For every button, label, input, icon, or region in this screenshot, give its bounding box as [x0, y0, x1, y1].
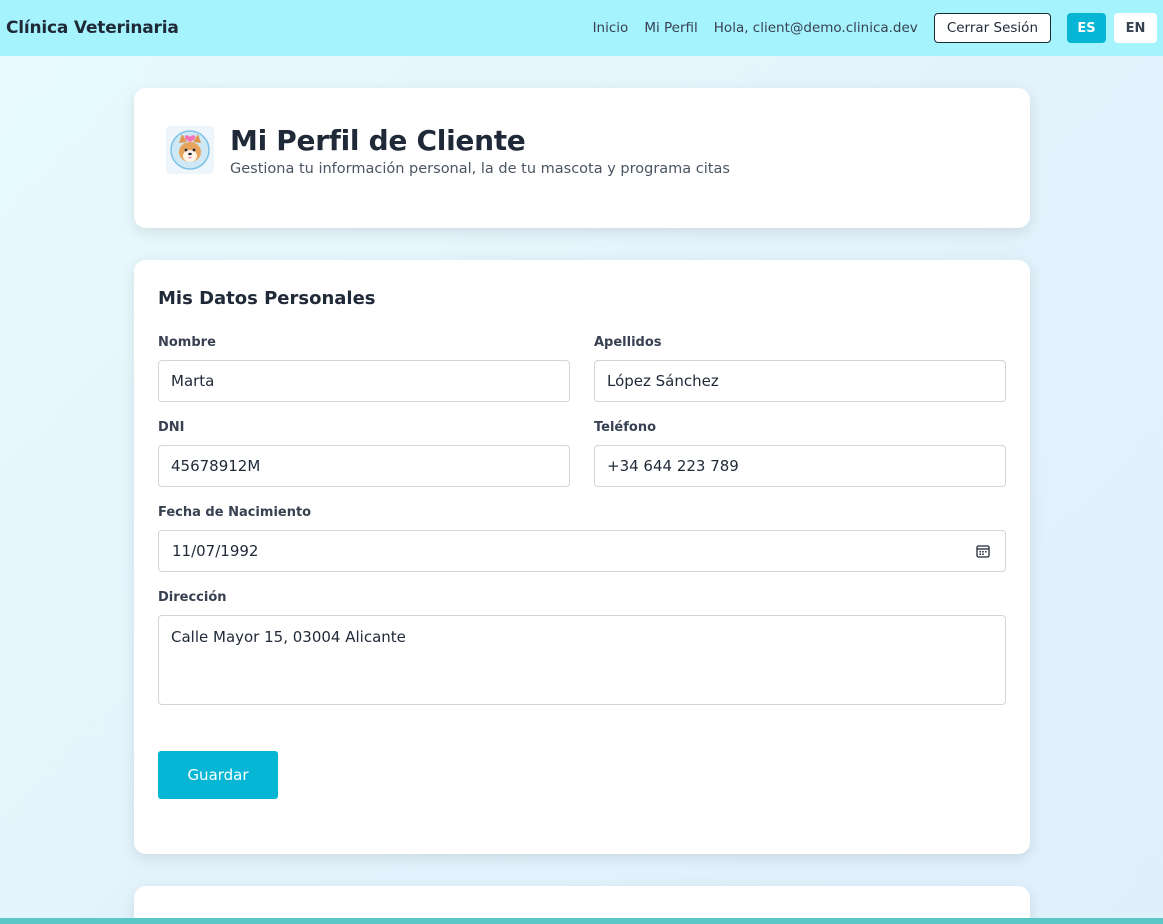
dog-heart-icon — [166, 126, 214, 174]
brand-title[interactable]: Clínica Veterinaria — [6, 18, 179, 38]
navbar-actions: Inicio Mi Perfil Hola, client@demo.clini… — [577, 13, 1157, 43]
field-apellidos: Apellidos López Sánchez — [594, 335, 1006, 402]
fecha-value: 11/07/1992 — [172, 542, 259, 560]
direccion-label: Dirección — [158, 590, 227, 605]
field-direccion: Dirección Calle Mayor 15, 03004 Alicante — [158, 590, 1006, 705]
user-greeting: Hola, client@demo.clinica.dev — [713, 20, 918, 36]
form-row-name: Nombre Marta Apellidos López Sánchez — [158, 335, 1006, 402]
nav-link-inicio[interactable]: Inicio — [593, 20, 629, 36]
telefono-input[interactable]: +34 644 223 789 — [594, 445, 1006, 487]
lang-es-button[interactable]: ES — [1067, 13, 1106, 43]
lang-en-button[interactable]: EN — [1114, 13, 1157, 43]
field-fecha: Fecha de Nacimiento 11/07/1992 — [158, 505, 1006, 572]
page-title: Mi Perfil de Cliente — [230, 123, 526, 157]
dni-input[interactable]: 45678912M — [158, 445, 570, 487]
form-row-id: DNI 45678912M Teléfono +34 644 223 789 — [158, 420, 1006, 487]
calendar-icon[interactable] — [975, 543, 991, 559]
apellidos-input[interactable]: López Sánchez — [594, 360, 1006, 402]
fecha-label: Fecha de Nacimiento — [158, 505, 312, 520]
top-navbar: Clínica Veterinaria Inicio Mi Perfil Hol… — [0, 0, 1163, 56]
form-row-date: Fecha de Nacimiento 11/07/1992 — [158, 505, 1006, 572]
nombre-input[interactable]: Marta — [158, 360, 570, 402]
telefono-label: Teléfono — [594, 420, 657, 435]
field-nombre: Nombre Marta — [158, 335, 570, 402]
apellidos-label: Apellidos — [594, 335, 662, 350]
nombre-label: Nombre — [158, 335, 216, 350]
personal-data-card: Mis Datos Personales Nombre Marta Apelli… — [134, 260, 1030, 854]
fecha-nacimiento-input[interactable]: 11/07/1992 — [158, 530, 1006, 572]
save-button[interactable]: Guardar — [158, 751, 278, 799]
form-row-address: Dirección Calle Mayor 15, 03004 Alicante — [158, 590, 1006, 705]
field-dni: DNI 45678912M — [158, 420, 570, 487]
bottom-scroll-strip — [0, 918, 1163, 924]
dni-label: DNI — [158, 420, 185, 435]
direccion-textarea[interactable]: Calle Mayor 15, 03004 Alicante — [158, 615, 1006, 705]
header-text: Mi Perfil de Cliente Gestiona tu informa… — [230, 124, 730, 177]
section-title: Mis Datos Personales — [158, 288, 376, 309]
nav-link-mi-perfil[interactable]: Mi Perfil — [644, 20, 697, 36]
page-subtitle: Gestiona tu información personal, la de … — [230, 160, 730, 177]
field-telefono: Teléfono +34 644 223 789 — [594, 420, 1006, 487]
profile-header-card: Mi Perfil de Cliente Gestiona tu informa… — [134, 88, 1030, 228]
logout-button[interactable]: Cerrar Sesión — [933, 13, 1051, 43]
